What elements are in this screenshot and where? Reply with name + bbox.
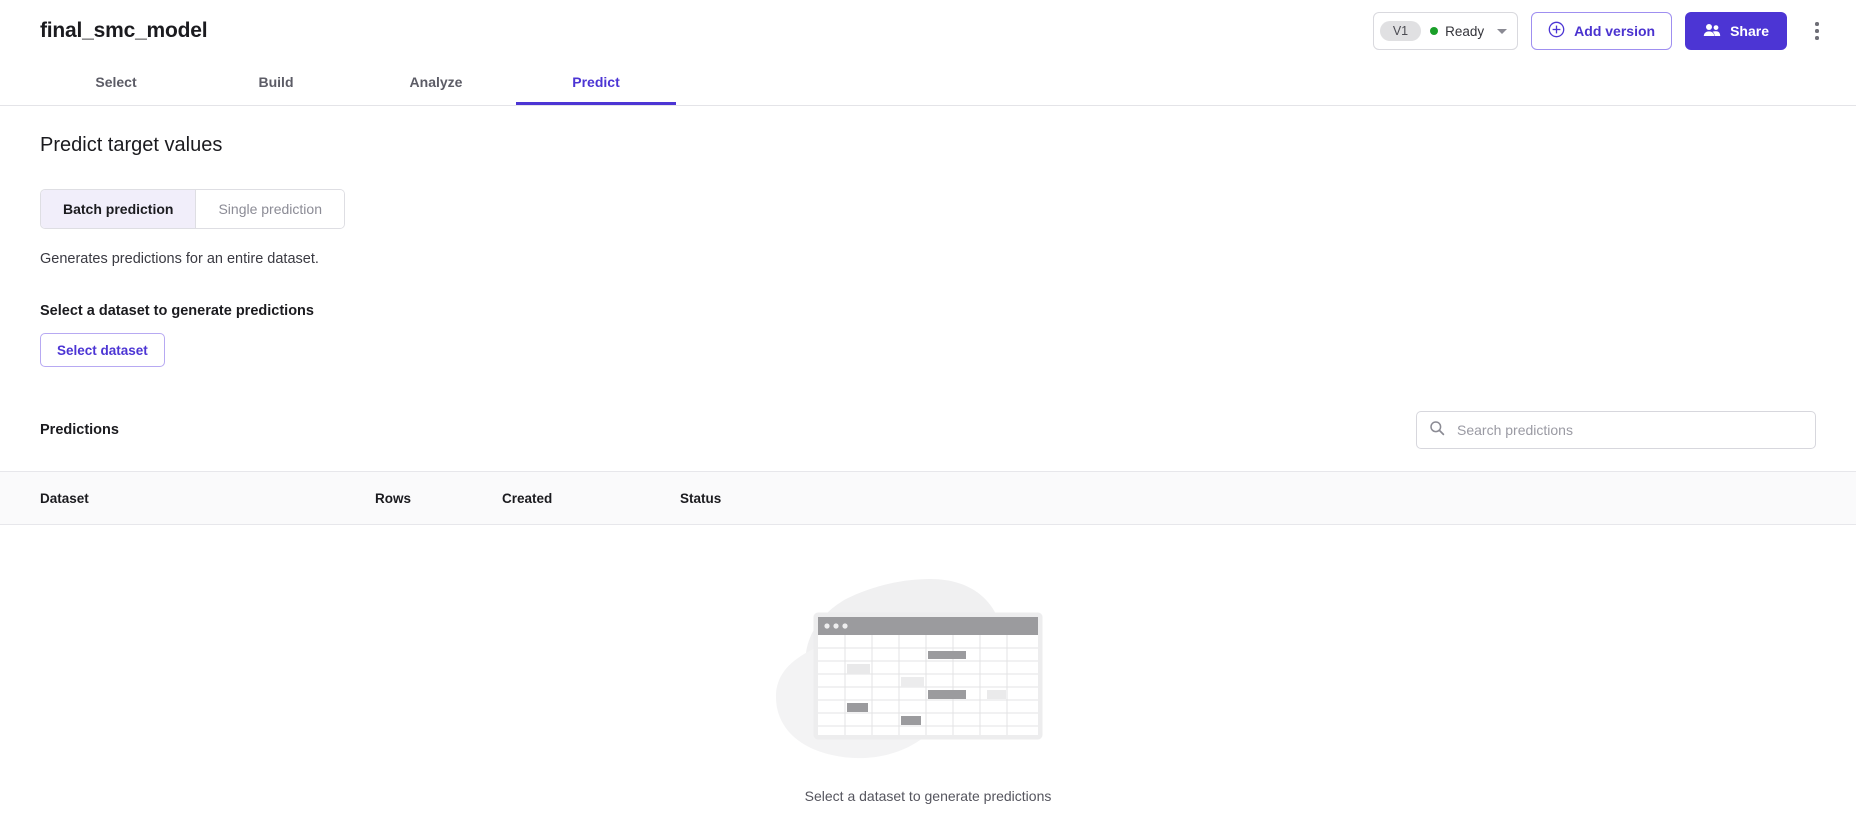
- tab-predict[interactable]: Predict: [516, 62, 676, 105]
- add-version-button[interactable]: Add version: [1531, 12, 1672, 50]
- tab-select[interactable]: Select: [36, 62, 196, 105]
- predictions-heading: Predictions: [40, 422, 119, 438]
- search-icon: [1429, 420, 1445, 441]
- dataset-section-label: Select a dataset to generate predictions: [40, 303, 1816, 319]
- kebab-dot: [1815, 36, 1819, 40]
- status-label: Ready: [1445, 24, 1484, 39]
- predictions-table-header: Dataset Rows Created Status: [0, 471, 1856, 525]
- column-header-dataset[interactable]: Dataset: [40, 491, 375, 506]
- plus-circle-icon: [1548, 21, 1565, 41]
- tab-single-prediction[interactable]: Single prediction: [196, 190, 344, 228]
- select-dataset-button[interactable]: Select dataset: [40, 333, 165, 367]
- predictions-empty-state: Select a dataset to generate predictions: [0, 525, 1856, 791]
- header-actions: V1 Ready Add version: [1373, 12, 1834, 50]
- main-tabs: Select Build Analyze Predict: [0, 62, 1856, 106]
- share-label: Share: [1730, 23, 1769, 39]
- kebab-menu-icon[interactable]: [1800, 12, 1834, 50]
- version-badge: V1: [1380, 21, 1421, 42]
- section-heading: Predict target values: [40, 134, 1816, 157]
- kebab-dot: [1815, 29, 1819, 33]
- add-version-label: Add version: [1574, 23, 1655, 39]
- page-title: final_smc_model: [40, 19, 207, 43]
- main-content: Predict target values Batch prediction S…: [0, 106, 1856, 449]
- share-button[interactable]: Share: [1685, 12, 1787, 50]
- predictions-toolbar: Predictions: [40, 411, 1816, 449]
- search-predictions-box[interactable]: [1416, 411, 1816, 449]
- search-input[interactable]: [1455, 421, 1803, 439]
- chevron-down-icon: [1497, 29, 1507, 34]
- tab-analyze[interactable]: Analyze: [356, 62, 516, 105]
- column-header-rows[interactable]: Rows: [375, 491, 502, 506]
- mode-description: Generates predictions for an entire data…: [40, 251, 1816, 267]
- version-selector[interactable]: V1 Ready: [1373, 12, 1518, 50]
- empty-state-caption: Select a dataset to generate predictions: [805, 788, 1052, 804]
- column-header-created[interactable]: Created: [502, 491, 680, 506]
- status-dot-icon: [1430, 27, 1438, 35]
- status-badge: Ready: [1430, 24, 1484, 39]
- tab-batch-prediction[interactable]: Batch prediction: [41, 190, 196, 228]
- app-header: final_smc_model V1 Ready Add version: [0, 0, 1856, 62]
- spreadsheet-window-illustration: [742, 573, 1114, 774]
- prediction-mode-toggle: Batch prediction Single prediction: [40, 189, 345, 229]
- column-header-status[interactable]: Status: [680, 491, 880, 506]
- kebab-dot: [1815, 22, 1819, 26]
- tab-build[interactable]: Build: [196, 62, 356, 105]
- people-icon: [1703, 23, 1721, 40]
